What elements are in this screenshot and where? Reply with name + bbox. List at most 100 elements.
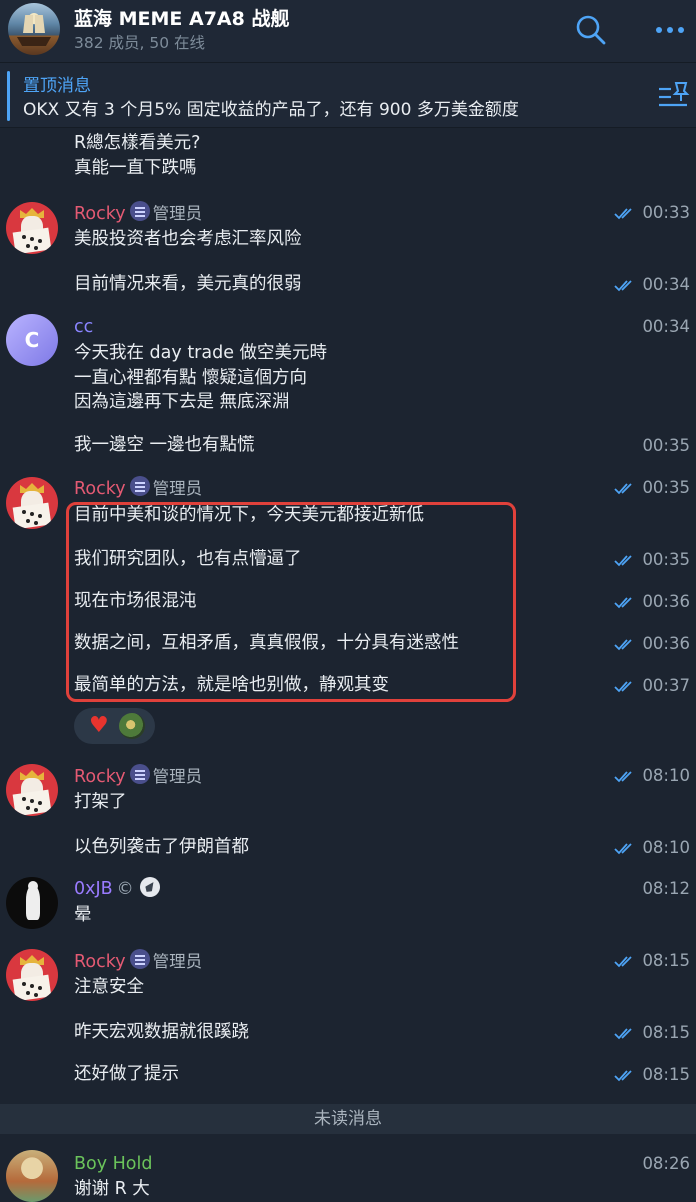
- sender-name[interactable]: Rocky 管理员: [74, 949, 202, 974]
- chat-title[interactable]: 蓝海 MEME A7A8 战舰: [74, 4, 289, 31]
- chat-header: 蓝海 MEME A7A8 战舰 382 成员, 50 在线: [0, 0, 696, 63]
- admin-badge-icon: [129, 764, 150, 784]
- avatar-rocky[interactable]: [6, 764, 58, 816]
- sender-name-text: Rocky: [74, 204, 126, 224]
- message-text: 注意安全: [74, 977, 144, 997]
- dice-dots: [22, 235, 26, 239]
- sender-name[interactable]: 0xJB ©: [74, 877, 160, 901]
- pinned-message[interactable]: 置顶消息 OKX 又有 3 个月5% 固定收益的产品了，还有 900 多万美金额…: [0, 63, 696, 128]
- figure-body: [26, 886, 40, 920]
- avatar-boy-hold[interactable]: [6, 1150, 58, 1202]
- message-time: 00:34: [642, 315, 690, 339]
- ship-hull: [17, 37, 51, 46]
- avatar-0xjb[interactable]: [6, 877, 58, 929]
- time-text: 00:33: [642, 203, 690, 222]
- time-text: 08:10: [642, 838, 690, 857]
- message-text: 真能一直下跌嗎: [74, 158, 197, 178]
- message-time: 08:12: [642, 877, 690, 901]
- message-text: 谢谢 R 大: [74, 1179, 150, 1199]
- message-text: R總怎樣看美元?: [74, 133, 201, 153]
- pinned-text: OKX 又有 3 个月5% 固定收益的产品了，还有 900 多万美金额度: [23, 100, 519, 120]
- role-label: 管理员: [152, 767, 203, 786]
- time-text: 00:35: [642, 436, 690, 455]
- avatar-rocky[interactable]: [6, 202, 58, 254]
- more-icon: [656, 27, 684, 33]
- sender-name[interactable]: Rocky 管理员: [74, 201, 202, 226]
- avatar-letter: C: [24, 328, 40, 352]
- message-text: 昨天宏观数据就很蹊跷: [74, 1022, 249, 1042]
- avatar-rocky[interactable]: [6, 477, 58, 529]
- message-time: 00:33: [614, 201, 690, 225]
- double-check-icon: [614, 596, 633, 608]
- highlight-box: [66, 502, 516, 702]
- group-avatar[interactable]: [8, 3, 60, 55]
- pinned-accent-bar: [7, 71, 10, 121]
- double-check-icon: [614, 770, 633, 782]
- double-check-icon: [614, 1069, 633, 1081]
- message-text: 打架了: [74, 792, 127, 812]
- message-time: 00:36: [614, 632, 690, 656]
- message-time: 08:10: [614, 836, 690, 860]
- dice-dots: [22, 797, 26, 801]
- reaction-pill[interactable]: ♥: [74, 708, 155, 744]
- double-check-icon: [614, 842, 633, 854]
- double-check-icon: [614, 638, 633, 650]
- dice-dots: [22, 982, 26, 986]
- avatar-rocky[interactable]: [6, 949, 58, 1001]
- message-text: 今天我在 day trade 做空美元時: [74, 343, 328, 363]
- message-text: 目前情况来看，美元真的很弱: [74, 274, 302, 294]
- time-text: 00:34: [642, 317, 690, 336]
- time-text: 08:26: [642, 1154, 690, 1173]
- message-time: 08:15: [614, 1021, 690, 1045]
- avatar-cc[interactable]: C: [6, 314, 58, 366]
- heart-icon: ♥: [89, 713, 109, 738]
- search-button[interactable]: [571, 10, 611, 50]
- time-text: 00:36: [642, 592, 690, 611]
- sender-name[interactable]: Rocky 管理员: [74, 764, 202, 789]
- copyright-icon: ©: [116, 879, 134, 899]
- reactor-avatar: [119, 713, 145, 739]
- sender-name-text: Rocky: [74, 767, 126, 787]
- dice-dots: [22, 510, 26, 514]
- time-text: 08:10: [642, 766, 690, 785]
- message-text: 我一邊空 一邊也有點慌: [74, 435, 255, 455]
- sender-name[interactable]: cc: [74, 315, 93, 339]
- time-text: 00:34: [642, 275, 690, 294]
- bot-icon: [139, 877, 160, 897]
- sender-name[interactable]: Boy Hold: [74, 1152, 152, 1176]
- sender-name-text: Rocky: [74, 952, 126, 972]
- pinned-list-icon[interactable]: [656, 79, 690, 113]
- message-time: 08:15: [614, 949, 690, 973]
- time-text: 08:15: [642, 1023, 690, 1042]
- time-text: 08:12: [642, 879, 690, 898]
- message-time: 00:35: [614, 476, 690, 500]
- time-text: 00:35: [642, 550, 690, 569]
- message-time: 00:36: [614, 590, 690, 614]
- time-text: 08:15: [642, 951, 690, 970]
- role-label: 管理员: [152, 479, 203, 498]
- sender-name-text: Rocky: [74, 479, 126, 499]
- message-time: 00:34: [614, 273, 690, 297]
- search-icon: [576, 15, 606, 45]
- double-check-icon: [614, 1027, 633, 1039]
- message-text: 美股投资者也会考虑汇率风险: [74, 229, 302, 249]
- dice-shape: [12, 502, 52, 529]
- member-count: 382 成员, 50 在线: [74, 34, 206, 52]
- admin-badge-icon: [129, 949, 150, 969]
- sender-name[interactable]: Rocky 管理员: [74, 476, 202, 501]
- message-text: 因為這邊再下去是 無底深淵: [74, 392, 290, 412]
- message-time: 08:15: [614, 1063, 690, 1087]
- ship-sails: [23, 15, 45, 33]
- admin-badge-icon: [129, 476, 150, 496]
- message-text: 一直心裡都有點 懷疑這個方向: [74, 368, 308, 388]
- more-button[interactable]: [650, 10, 690, 50]
- double-check-icon: [614, 207, 633, 219]
- double-check-icon: [614, 955, 633, 967]
- message-time: 08:10: [614, 764, 690, 788]
- unread-divider: 未读消息: [0, 1104, 696, 1134]
- message-text: 以色列袭击了伊朗首都: [74, 837, 249, 857]
- double-check-icon: [614, 279, 633, 291]
- dice-shape: [12, 789, 52, 816]
- message-text: 晕: [74, 905, 92, 925]
- message-time: 00:35: [614, 548, 690, 572]
